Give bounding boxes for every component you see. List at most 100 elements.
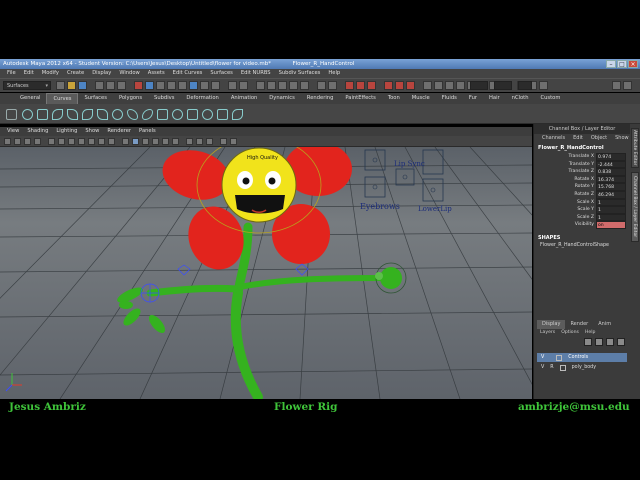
select-by-dynamic-icon[interactable] [189,81,198,90]
select-object-icon[interactable] [106,81,115,90]
shelf-tab-toon[interactable]: Toon [382,93,406,104]
select-by-curve-icon[interactable] [156,81,165,90]
rebuild-curve-icon[interactable] [202,109,213,120]
camera-select-icon[interactable] [4,138,11,145]
attr-row[interactable]: Rotate Y 15.768 [534,183,630,191]
numeric-field-b[interactable] [494,81,512,90]
layer-row[interactable]: V Controls [537,353,627,362]
shape-name[interactable]: Flower_R_HandControlShape [534,242,630,250]
smooth-shade-icon[interactable] [132,138,139,145]
safe-action-icon[interactable] [98,138,105,145]
arc-tool-icon[interactable] [97,109,108,120]
layer-name[interactable]: poly_body [572,363,596,372]
attr-value-field[interactable]: 0.838 [596,168,626,176]
panel-menu-show[interactable]: Show [81,127,103,136]
menu-assets[interactable]: Assets [144,69,169,78]
attr-row[interactable]: Scale X1 [534,198,630,207]
panel-menu-view[interactable]: View [3,127,23,136]
menu-display[interactable]: Display [88,69,115,78]
attr-value-field[interactable]: 46.294 [596,190,626,199]
cv-curve-icon[interactable] [52,109,63,120]
layer-tab-display[interactable]: Display [537,320,566,329]
new-scene-icon[interactable] [56,81,65,90]
film-gate-icon[interactable] [58,138,65,145]
attr-value-field[interactable]: 1 [596,213,626,222]
shelf-tab-rendering[interactable]: Rendering [301,93,340,104]
channel-box-menu-object[interactable]: Object [587,134,611,143]
numeric-field-c[interactable] [518,81,532,90]
snap-grid-icon[interactable] [256,81,265,90]
nurbs-square-icon[interactable] [37,109,48,120]
sculpt-icon[interactable] [434,81,443,90]
menu-edit-curves[interactable]: Edit Curves [169,69,207,78]
menu-help[interactable]: Help [324,69,344,78]
attr-row[interactable]: Translate X 0.974 [534,153,630,161]
attr-value-field[interactable]: -2.444 [596,160,626,169]
field-chart-icon[interactable] [88,138,95,145]
isolate-select-icon[interactable] [220,138,227,145]
attach-curves-icon[interactable] [127,109,138,120]
wireframe-icon[interactable] [122,138,129,145]
attr-row[interactable]: Rotate Z 46.294 [534,190,630,199]
render-settings-icon[interactable] [367,81,376,90]
channel-box-toggle-icon[interactable] [445,81,454,90]
select-by-misc-icon[interactable] [211,81,220,90]
attr-row[interactable]: Scale Z1 [534,213,630,222]
panel-menu-renderer[interactable]: Renderer [103,127,135,136]
sidebar-toggle-icon[interactable] [612,81,621,90]
select-hierarchy-icon[interactable] [95,81,104,90]
channel-box-menu-channels[interactable]: Channels [538,134,569,143]
attr-value-field[interactable]: on [596,221,626,229]
attr-row[interactable]: Visibility on [534,221,630,229]
attr-value-field[interactable]: 0.974 [596,153,626,161]
menu-subdiv-surfaces[interactable]: Subdiv Surfaces [275,69,325,78]
perspective-viewport[interactable]: Lip Sync Eyebrows LowerLip High Quality [0,147,532,399]
layer-row[interactable]: V R poly_body [537,363,627,372]
input-line-icon[interactable] [423,81,432,90]
shelf-tab-fluids[interactable]: Fluids [436,93,463,104]
attr-value-field[interactable]: 1 [596,198,626,207]
shelf-tab-fur[interactable]: Fur [463,93,483,104]
shelf-tab-surfaces[interactable]: Surfaces [78,93,112,104]
shelf-tab-curves[interactable]: Curves [46,93,79,104]
attr-row[interactable]: Rotate X 16.374 [534,175,630,184]
shelf-tab-painteffects[interactable]: PaintEffects [339,93,381,104]
use-all-lights-icon[interactable] [162,138,169,145]
add-points-icon[interactable] [217,109,228,120]
hypershade-icon[interactable] [384,81,393,90]
close-button[interactable]: × [628,60,638,68]
shelf-tab-animation[interactable]: Animation [225,93,263,104]
layout-toggle-icon[interactable] [623,81,632,90]
shelf-menu-icon[interactable] [6,109,17,120]
camera-attributes-icon[interactable] [14,138,21,145]
layer-menu-help[interactable]: Help [582,329,598,337]
bookmark-icon[interactable] [24,138,31,145]
left-hand-control[interactable] [140,283,160,303]
shelf-tab-hair[interactable]: Hair [483,93,506,104]
attr-value-field[interactable]: 15.768 [596,183,626,191]
facial-control-panel[interactable]: Lip Sync Eyebrows LowerLip [360,149,452,213]
channel-box-tab[interactable]: Channel Box / Layer Editor [631,172,639,242]
menu-edit[interactable]: Edit [20,69,38,78]
safe-title-icon[interactable] [108,138,115,145]
snap-plane-icon[interactable] [289,81,298,90]
shelf-tab-muscle[interactable]: Muscle [406,93,436,104]
menu-surfaces[interactable]: Surfaces [206,69,236,78]
numeric-field-a[interactable] [470,81,488,90]
panel-menu-shading[interactable]: Shading [23,127,52,136]
layer-name[interactable]: Controls [568,353,588,362]
xray-joints-icon[interactable] [196,138,203,145]
wireframe-on-shaded-icon[interactable] [142,138,149,145]
xray-components-icon[interactable] [206,138,213,145]
highlight-selection-icon[interactable] [239,81,248,90]
menu-create[interactable]: Create [63,69,88,78]
attribute-editor-tab[interactable]: Attribute Editor [631,128,639,168]
panel-menu-lighting[interactable]: Lighting [52,127,81,136]
grid-toggle-icon[interactable] [48,138,55,145]
snap-point-icon[interactable] [278,81,287,90]
select-component-icon[interactable] [117,81,126,90]
move-layer-down-icon[interactable] [595,338,603,346]
nurbs-circle-icon[interactable] [22,109,33,120]
snap-curve-icon[interactable] [267,81,276,90]
select-by-surface-icon[interactable] [167,81,176,90]
